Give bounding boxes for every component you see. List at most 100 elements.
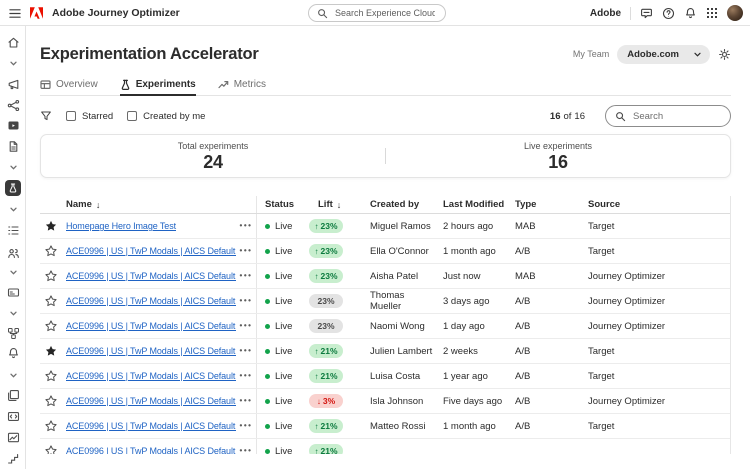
datasets-icon[interactable]: [0, 389, 26, 402]
table-search[interactable]: [605, 105, 731, 127]
experiment-link[interactable]: Homepage Hero Image Test: [66, 221, 176, 231]
star-outline-icon[interactable]: [40, 439, 62, 454]
more-actions-button[interactable]: •••: [240, 397, 253, 405]
tab-overview[interactable]: Overview: [40, 74, 98, 95]
offers-icon[interactable]: [0, 286, 26, 299]
created-by-me-checkbox[interactable]: Created by me: [127, 111, 205, 122]
filter-bar: Starred Created by me 16 of 16: [40, 102, 731, 130]
column-header-type[interactable]: Type: [509, 196, 581, 213]
feedback-icon[interactable]: [640, 7, 653, 20]
star-filled-icon[interactable]: [40, 214, 62, 238]
more-actions-button[interactable]: •••: [240, 372, 253, 380]
table-body: Homepage Hero Image Test ••• Live ↑ 23% Migue…: [40, 214, 730, 454]
star-outline-icon[interactable]: [40, 389, 62, 413]
team-selector[interactable]: Adobe.com: [617, 45, 710, 64]
status-cell: Live: [257, 289, 306, 313]
more-actions-button[interactable]: •••: [240, 447, 253, 454]
column-header-last-modified[interactable]: Last Modified: [436, 196, 509, 213]
status-cell: Live: [257, 314, 306, 338]
insights-icon[interactable]: [0, 452, 26, 465]
campaigns-icon[interactable]: [0, 78, 26, 91]
experience-cloud-search-input[interactable]: [333, 7, 437, 19]
column-header-source[interactable]: Source: [581, 196, 730, 213]
lift-badge: ↑21%: [309, 444, 343, 454]
more-actions-button[interactable]: •••: [240, 247, 253, 255]
chevron-down-icon[interactable]: [0, 163, 26, 172]
table-search-input[interactable]: [631, 110, 721, 123]
monitoring-icon[interactable]: [0, 431, 26, 444]
chevron-down-icon[interactable]: [0, 371, 26, 380]
live-dot-icon: [265, 424, 270, 429]
arrow-up-icon: ↑: [314, 447, 318, 455]
type-cell: A/B: [509, 389, 581, 413]
star-outline-icon[interactable]: [40, 414, 62, 438]
column-header-lift[interactable]: Lift↓: [306, 196, 363, 213]
more-actions-button[interactable]: •••: [240, 272, 253, 280]
more-actions-button[interactable]: •••: [240, 422, 253, 430]
source-cell: Target: [581, 214, 730, 238]
table-row: ACE0996 | US | TwP Modals | AICS Default…: [40, 364, 730, 389]
queries-icon[interactable]: [0, 410, 26, 423]
live-dot-icon: [265, 374, 270, 379]
experiment-link[interactable]: ACE0996 | US | TwP Modals | AICS Default…: [66, 296, 236, 306]
star-filled-icon[interactable]: [40, 339, 62, 363]
experiments-table: Name↓ Status Lift↓ Created by Last Modif…: [40, 196, 731, 454]
more-actions-button[interactable]: •••: [240, 222, 253, 230]
hamburger-menu-icon[interactable]: [9, 8, 21, 19]
pages-icon[interactable]: [0, 140, 26, 153]
last-modified-cell: 1 day ago: [436, 314, 509, 338]
user-avatar[interactable]: [727, 5, 743, 21]
table-row: ACE0996 | US | TwP Modals | AICS Default…: [40, 264, 730, 289]
experiment-link[interactable]: ACE0996 | US | TwP Modals | AICS Default…: [66, 246, 236, 256]
chevron-down-icon[interactable]: [0, 205, 26, 214]
app-switcher-icon[interactable]: [706, 7, 718, 19]
lift-cell: 23%: [306, 314, 363, 338]
experiment-link[interactable]: ACE0996 | US | TwP Modals | AICS Default…: [66, 421, 236, 431]
last-modified-cell: Five days ago: [436, 389, 509, 413]
tab-experiments[interactable]: Experiments: [120, 74, 196, 95]
experiment-link[interactable]: ACE0996 | US | TwP Modals | AICS Default…: [66, 346, 236, 356]
profiles-icon[interactable]: [0, 247, 26, 260]
table-row: ACE0996 | US | TwP Modals | AICS Default…: [40, 389, 730, 414]
star-outline-icon[interactable]: [40, 364, 62, 388]
stat-live-experiments: Live experiments 16: [386, 135, 730, 177]
filter-funnel-icon[interactable]: [40, 110, 52, 122]
experiment-link[interactable]: ACE0996 | US | TwP Modals | AICS Default…: [66, 396, 236, 406]
starred-checkbox[interactable]: Starred: [66, 111, 113, 122]
chevron-down-icon[interactable]: [0, 268, 26, 277]
created-by-cell: Julien Lambert: [363, 339, 436, 363]
content-icon[interactable]: [0, 119, 26, 132]
star-outline-icon[interactable]: [40, 314, 62, 338]
tab-bar: Overview Experiments Metrics: [40, 74, 731, 96]
more-actions-button[interactable]: •••: [240, 322, 253, 330]
more-actions-button[interactable]: •••: [240, 347, 253, 355]
help-icon[interactable]: [662, 7, 675, 20]
created-by-cell: Miguel Ramos: [363, 214, 436, 238]
schemas-icon[interactable]: [0, 327, 26, 340]
column-header-status[interactable]: Status: [257, 196, 306, 213]
stats-card: Total experiments 24 Live experiments 16: [40, 134, 731, 178]
experience-cloud-search[interactable]: [308, 4, 446, 22]
experiments-icon-active[interactable]: [0, 180, 26, 196]
experiment-link[interactable]: ACE0996 | US | TwP Modals | AICS Default…: [66, 371, 236, 381]
search-icon: [317, 8, 328, 19]
settings-gear-icon[interactable]: [718, 48, 731, 61]
home-icon[interactable]: [0, 36, 26, 49]
chevron-down-icon[interactable]: [0, 309, 26, 318]
chevron-down-icon[interactable]: [0, 59, 26, 68]
column-header-name[interactable]: Name↓: [62, 196, 236, 213]
ingestion-icon[interactable]: [0, 347, 26, 360]
tab-metrics[interactable]: Metrics: [218, 74, 266, 95]
star-outline-icon[interactable]: [40, 264, 62, 288]
adobe-logo[interactable]: [30, 7, 43, 19]
experiment-link[interactable]: ACE0996 | US | TwP Modals | AICS Default…: [66, 321, 236, 331]
column-header-created-by[interactable]: Created by: [363, 196, 436, 213]
audiences-icon[interactable]: [0, 224, 26, 237]
more-actions-button[interactable]: •••: [240, 297, 253, 305]
experiment-link[interactable]: ACE0996 | US | TwP Modals | AICS Default…: [66, 446, 236, 454]
experiment-link[interactable]: ACE0996 | US | TwP Modals | AICS Default…: [66, 271, 236, 281]
journeys-icon[interactable]: [0, 99, 26, 112]
notifications-bell-icon[interactable]: [684, 7, 697, 20]
star-outline-icon[interactable]: [40, 239, 62, 263]
star-outline-icon[interactable]: [40, 289, 62, 313]
